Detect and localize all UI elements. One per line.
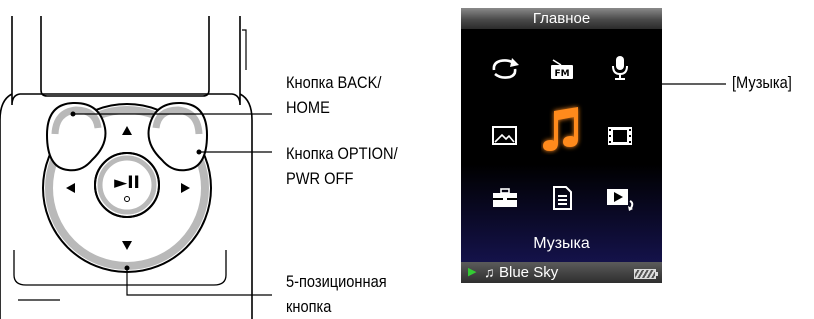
document-icon[interactable] — [549, 184, 575, 212]
now-playing-icon[interactable] — [604, 184, 638, 212]
play-status-icon: ▶ — [468, 266, 477, 278]
device-body-outline — [11, 16, 241, 106]
device-screen-bezel — [40, 16, 210, 97]
toolbox-icon[interactable] — [490, 186, 520, 210]
back-home-label: Кнопка BACK/ HOME — [286, 73, 382, 117]
battery-icon — [634, 269, 658, 279]
now-playing-bar: ▶ ♫ Blue Sky — [461, 262, 662, 283]
selected-item-label: Музыка — [533, 235, 590, 252]
option-power-label: Кнопка OPTION/ PWR OFF — [286, 144, 398, 188]
photo-icon[interactable] — [491, 124, 519, 148]
five-way-label: 5-позиционная кнопка — [286, 272, 387, 316]
fm-radio-icon[interactable]: FM — [547, 56, 577, 82]
repeat-icon[interactable] — [490, 56, 520, 82]
music-note-small-icon: ♫ — [484, 264, 495, 280]
now-playing-title: Blue Sky — [499, 264, 559, 281]
video-icon[interactable] — [605, 124, 635, 148]
five-way-leader — [126, 268, 272, 296]
microphone-icon[interactable] — [605, 54, 635, 82]
player-device-illustration: ►II — [0, 16, 726, 319]
screen-header: Главное — [461, 8, 662, 29]
home-menu-screen: Главное FM Музыка ▶ ♫ Blue Sky — [461, 8, 662, 283]
music-note-icon[interactable] — [541, 103, 585, 155]
home-menu-grid: FM Музыка — [461, 29, 662, 262]
music-label: [Музыка] — [732, 73, 792, 92]
play-pause-icon: ►II — [114, 173, 140, 193]
svg-text:FM: FM — [554, 69, 569, 79]
